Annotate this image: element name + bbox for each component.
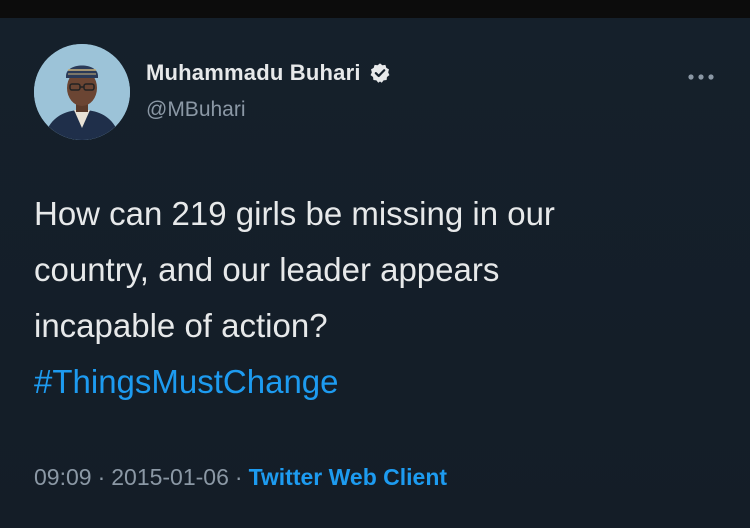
profile-photo — [34, 44, 130, 140]
tweet-text: How can 219 girls be missing in our coun… — [34, 186, 714, 410]
more-options-icon[interactable] — [683, 70, 719, 84]
avatar[interactable] — [34, 44, 130, 140]
tweet-metadata: 09:09 · 2015-01-06 · Twitter Web Client — [34, 464, 447, 491]
tweet-text-line: How can 219 girls be missing in our — [34, 195, 555, 232]
tweet-source-link[interactable]: Twitter Web Client — [249, 464, 448, 490]
tweet-date[interactable]: 2015-01-06 — [111, 464, 229, 490]
author-display-name[interactable]: Muhammadu Buhari — [146, 60, 361, 86]
hashtag-link[interactable]: #ThingsMustChange — [34, 354, 714, 410]
tweet-card: Muhammadu Buhari @MBuhari How can 219 gi… — [0, 18, 750, 528]
tweet-text-line: country, and our leader appears — [34, 251, 500, 288]
author-name-row: Muhammadu Buhari — [146, 60, 391, 86]
tweet-text-line: incapable of action? — [34, 307, 328, 344]
verified-badge-icon — [369, 62, 391, 84]
separator: · — [97, 464, 106, 490]
separator: · — [234, 464, 243, 490]
tweet-time[interactable]: 09:09 — [34, 464, 92, 490]
author-handle[interactable]: @MBuhari — [146, 98, 246, 122]
